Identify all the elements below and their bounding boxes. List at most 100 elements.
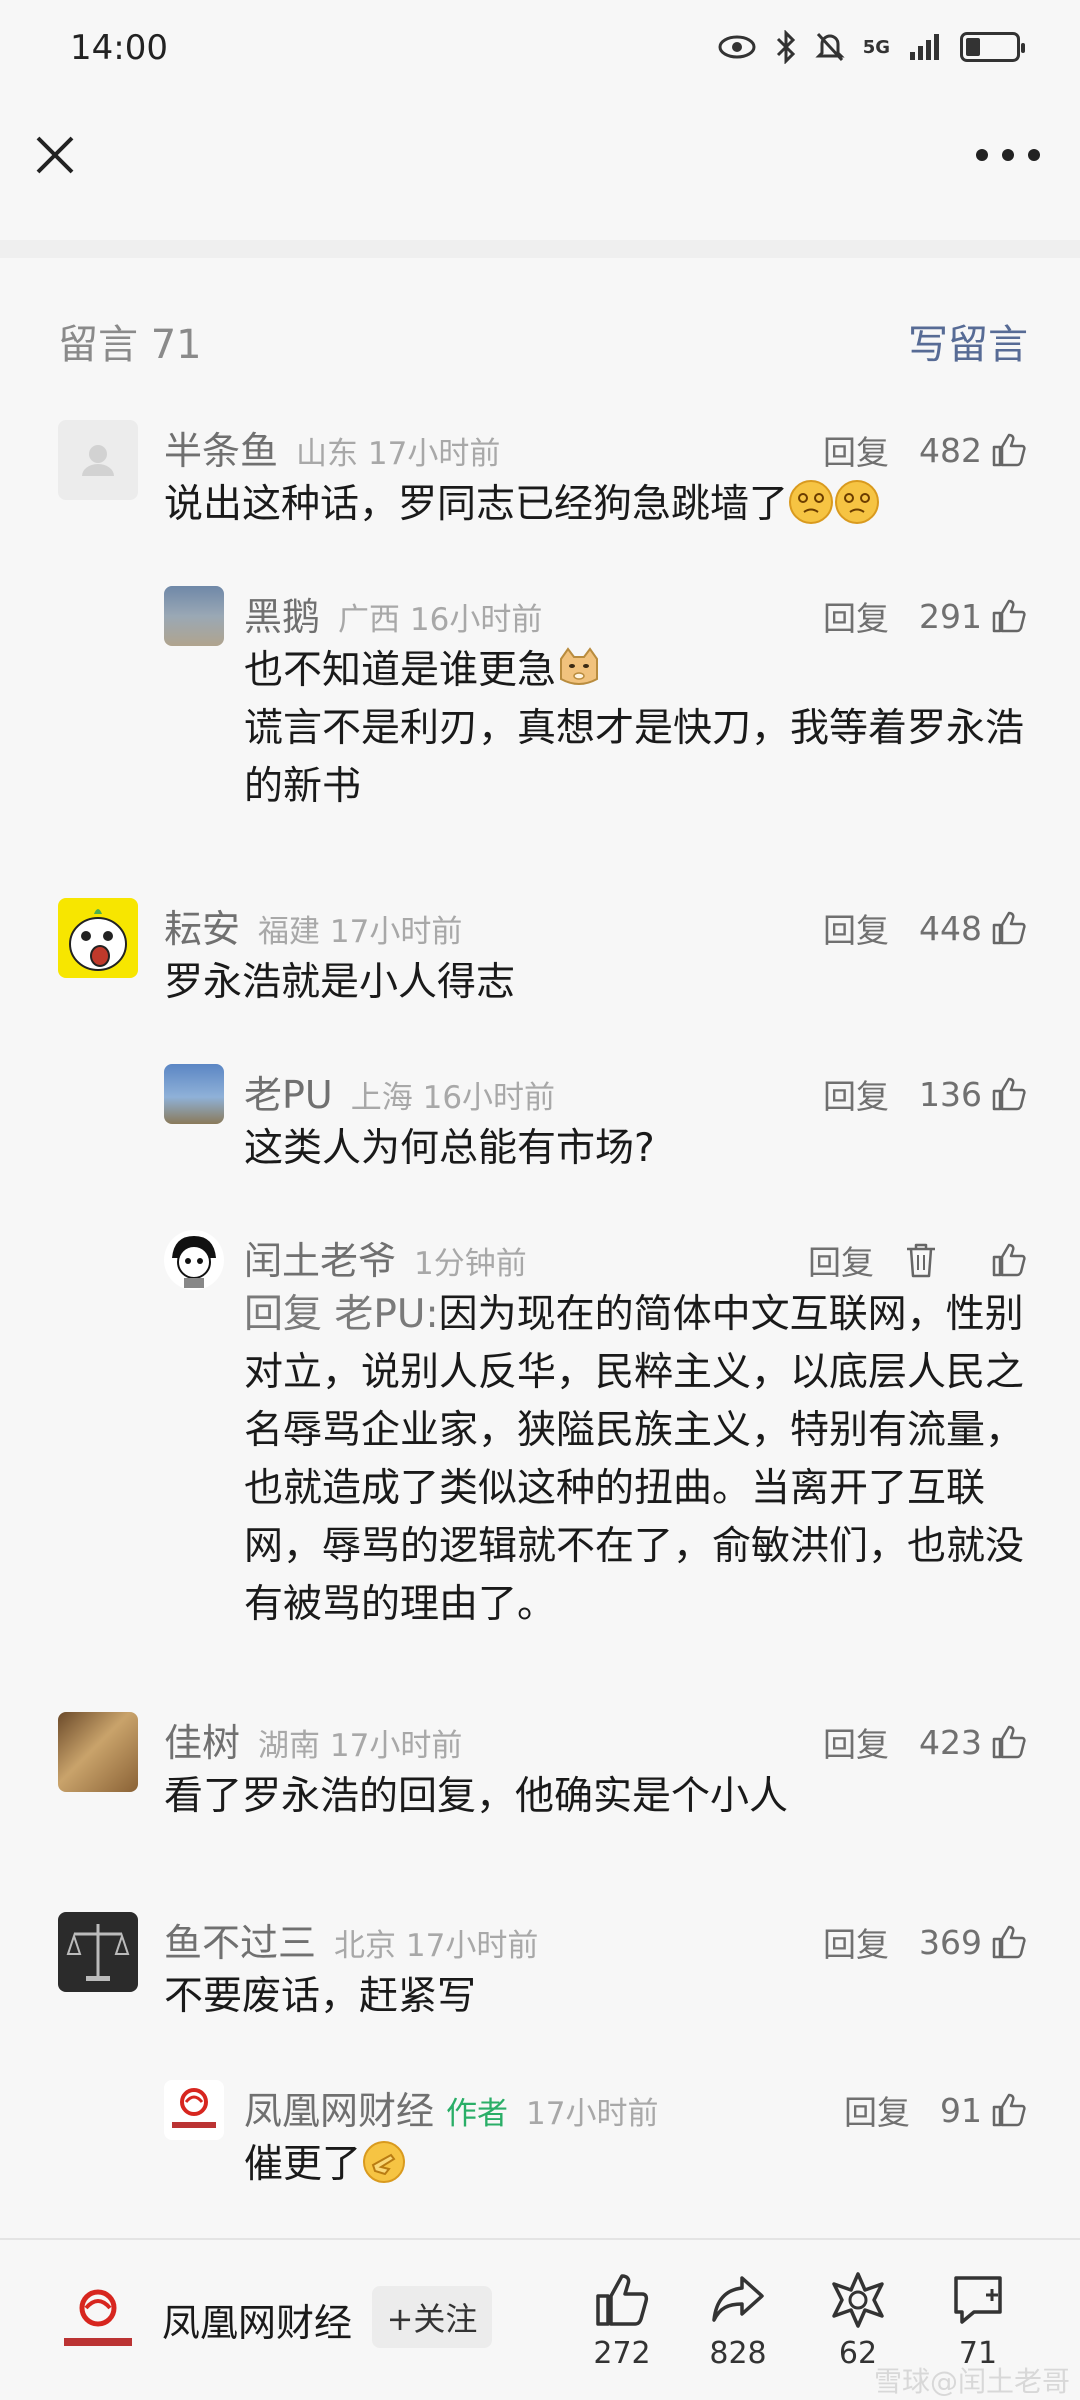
comment-item: 佳树 湖南 17小时前 回复 423 看了罗永浩的回复，他确实是个小人 [58,1712,1028,1832]
share-icon [712,2276,764,2322]
comment-text: 也不知道是谁更急 谎言不是利刃，真想才是快刀，我等着罗永浩的新书 [244,642,1028,816]
pointing-hand-emoji-icon [363,2141,406,2183]
comment-actions: 回复 423 [823,1718,1028,1766]
comment-meta: 北京 17小时前 [334,1928,539,1964]
eye-icon [718,35,756,59]
reply-button[interactable]: 回复 [823,1070,889,1118]
comment-meta: 上海 16小时前 [350,1080,556,1116]
like-count: 291 [919,596,982,636]
avatar[interactable] [164,586,224,646]
avatar[interactable] [58,1912,138,1992]
comment-text: 催更了 [244,2136,1028,2194]
commenter-name[interactable]: 半条鱼 山东 17小时前 [164,420,500,475]
phoenix-logo-icon [172,2088,216,2128]
comment-actions: 回复 291 [823,592,1028,640]
cartoon-avatar-icon [172,1236,216,1288]
thumbs-up-icon [596,2274,649,2326]
doge-emoji-icon [560,647,599,685]
comment-text: 这类人为何总能有市场? [244,1126,655,1171]
status-time: 14:00 [70,28,168,68]
thumbs-up-icon[interactable] [990,2091,1028,2129]
comment-meta: 广西 16小时前 [338,602,543,638]
reply-item: 老PU 上海 16小时前 回复 136 这类人为何总能有市场? [164,1064,1028,1174]
top-nav-bar [0,100,1080,220]
close-icon[interactable] [30,130,80,180]
commenter-name[interactable]: 鱼不过三 北京 17小时前 [164,1912,538,1967]
comment-meta: 山东 17小时前 [296,436,501,472]
default-avatar-icon [82,445,114,476]
thumbs-up-icon[interactable] [990,597,1028,635]
commenter-name[interactable]: 黑鹅 广西 16小时前 [244,586,542,641]
comments-count-title: 留言 71 [58,322,202,368]
commenter-name[interactable]: 凤凰网财经 作者 17小时前 [244,2080,658,2135]
commenter-name[interactable]: 佳树 湖南 17小时前 [164,1712,462,1767]
avatar[interactable] [58,420,138,500]
like-count: 369 [919,1922,982,1962]
thumbs-up-icon[interactable] [990,1923,1028,1961]
comment-meta: 湖南 17小时前 [258,1728,463,1764]
comment-text: 说出这种话，罗同志已经狗急跳墙了 [164,476,1024,534]
comment-actions: 回复 448 [823,904,1028,952]
dizzy-face-emoji-icon [789,480,834,524]
account-name[interactable]: 凤凰网财经 [162,2292,352,2347]
mute-bell-icon [815,32,845,62]
avatar[interactable] [164,1064,224,1124]
commenter-name[interactable]: 闰土老爷 1分钟前 [244,1230,527,1285]
like-count: 272 [593,2336,651,2371]
reply-item: 闰土老爷 1分钟前 回复 回复 老PU:因为现在的简体中文互联网，性别对立，说别人… [164,1230,1028,1650]
share-action[interactable]: 828 [688,2270,788,2390]
comment-actions: 回复 91 [844,2086,1028,2134]
like-action[interactable]: 272 [572,2270,672,2390]
bluetooth-icon [776,30,795,64]
reply-to-label[interactable]: 回复 老PU: [244,1292,439,1337]
comment-meta: 1分钟前 [414,1246,527,1282]
like-count: 448 [919,908,982,948]
follow-button[interactable]: +关注 [372,2286,492,2348]
reply-item: 凤凰网财经 作者 17小时前 回复 91 催更了 [164,2080,1028,2200]
avatar[interactable] [58,898,138,978]
comment-text: 不要废话，赶紧写 [164,1974,477,2019]
comment-text: 回复 老PU:因为现在的简体中文互联网，性别对立，说别人反华，民粹主义，以底层人… [244,1292,1025,1627]
commenter-name[interactable]: 老PU 上海 16小时前 [244,1064,555,1119]
reply-button[interactable]: 回复 [823,592,889,640]
comment-item: 半条鱼 山东 17小时前 回复 482 说出这种话，罗同志已经狗急跳墙了 [58,420,1028,540]
commenter-name[interactable]: 耘安 福建 17小时前 [164,898,462,953]
network-label: 5G [862,36,890,58]
scales-avatar-icon [66,1924,130,1981]
comment-actions: 回复 136 [823,1070,1028,1118]
thumbs-up-icon[interactable] [990,1723,1028,1761]
thumbs-up-icon[interactable] [990,431,1028,469]
status-bar: 14:00 5G [0,0,1080,100]
like-count: 423 [919,1722,982,1762]
author-badge: 作者 [446,2096,509,2132]
delete-trash-icon[interactable] [904,1241,938,1279]
reply-button[interactable]: 回复 [823,1718,889,1766]
thumbs-up-icon[interactable] [990,909,1028,947]
comment-item: 耘安 福建 17小时前 回复 448 罗永浩就是小人得志 [58,898,1028,1018]
cartoon-face-avatar-icon [69,909,127,971]
comment-text: 看了罗永浩的回复，他确实是个小人 [164,1774,789,1819]
signal-icon [910,34,939,60]
reply-button[interactable]: 回复 [844,2086,910,2134]
comment-item: 鱼不过三 北京 17小时前 回复 369 不要废话，赶紧写 [58,1912,1028,2032]
reply-item: 黑鹅 广西 16小时前 回复 291 也不知道是谁更急 谎言不是利刃，真想才是快刀，… [164,586,1028,809]
more-options-icon[interactable] [976,140,1040,170]
write-comment-button[interactable]: 写留言 [908,312,1028,370]
section-divider [0,240,1080,258]
reply-button[interactable]: 回复 [823,904,889,952]
comment-meta: 17小时前 [526,2096,659,2132]
comment-actions: 回复 [808,1236,1028,1284]
comment-meta: 福建 17小时前 [258,914,463,950]
reply-button[interactable]: 回复 [823,1918,889,1966]
thumbs-up-icon[interactable] [990,1075,1028,1113]
reply-button[interactable]: 回复 [823,426,889,474]
avatar[interactable] [164,2080,224,2140]
account-logo-icon[interactable] [58,2282,138,2358]
avatar[interactable] [58,1712,138,1792]
status-icons: 5G [717,30,1025,64]
avatar[interactable] [164,1230,224,1290]
reply-button[interactable]: 回复 [808,1236,874,1284]
thumbs-up-icon[interactable] [990,1241,1028,1279]
share-count: 828 [709,2336,767,2371]
battery-icon [960,32,1025,62]
